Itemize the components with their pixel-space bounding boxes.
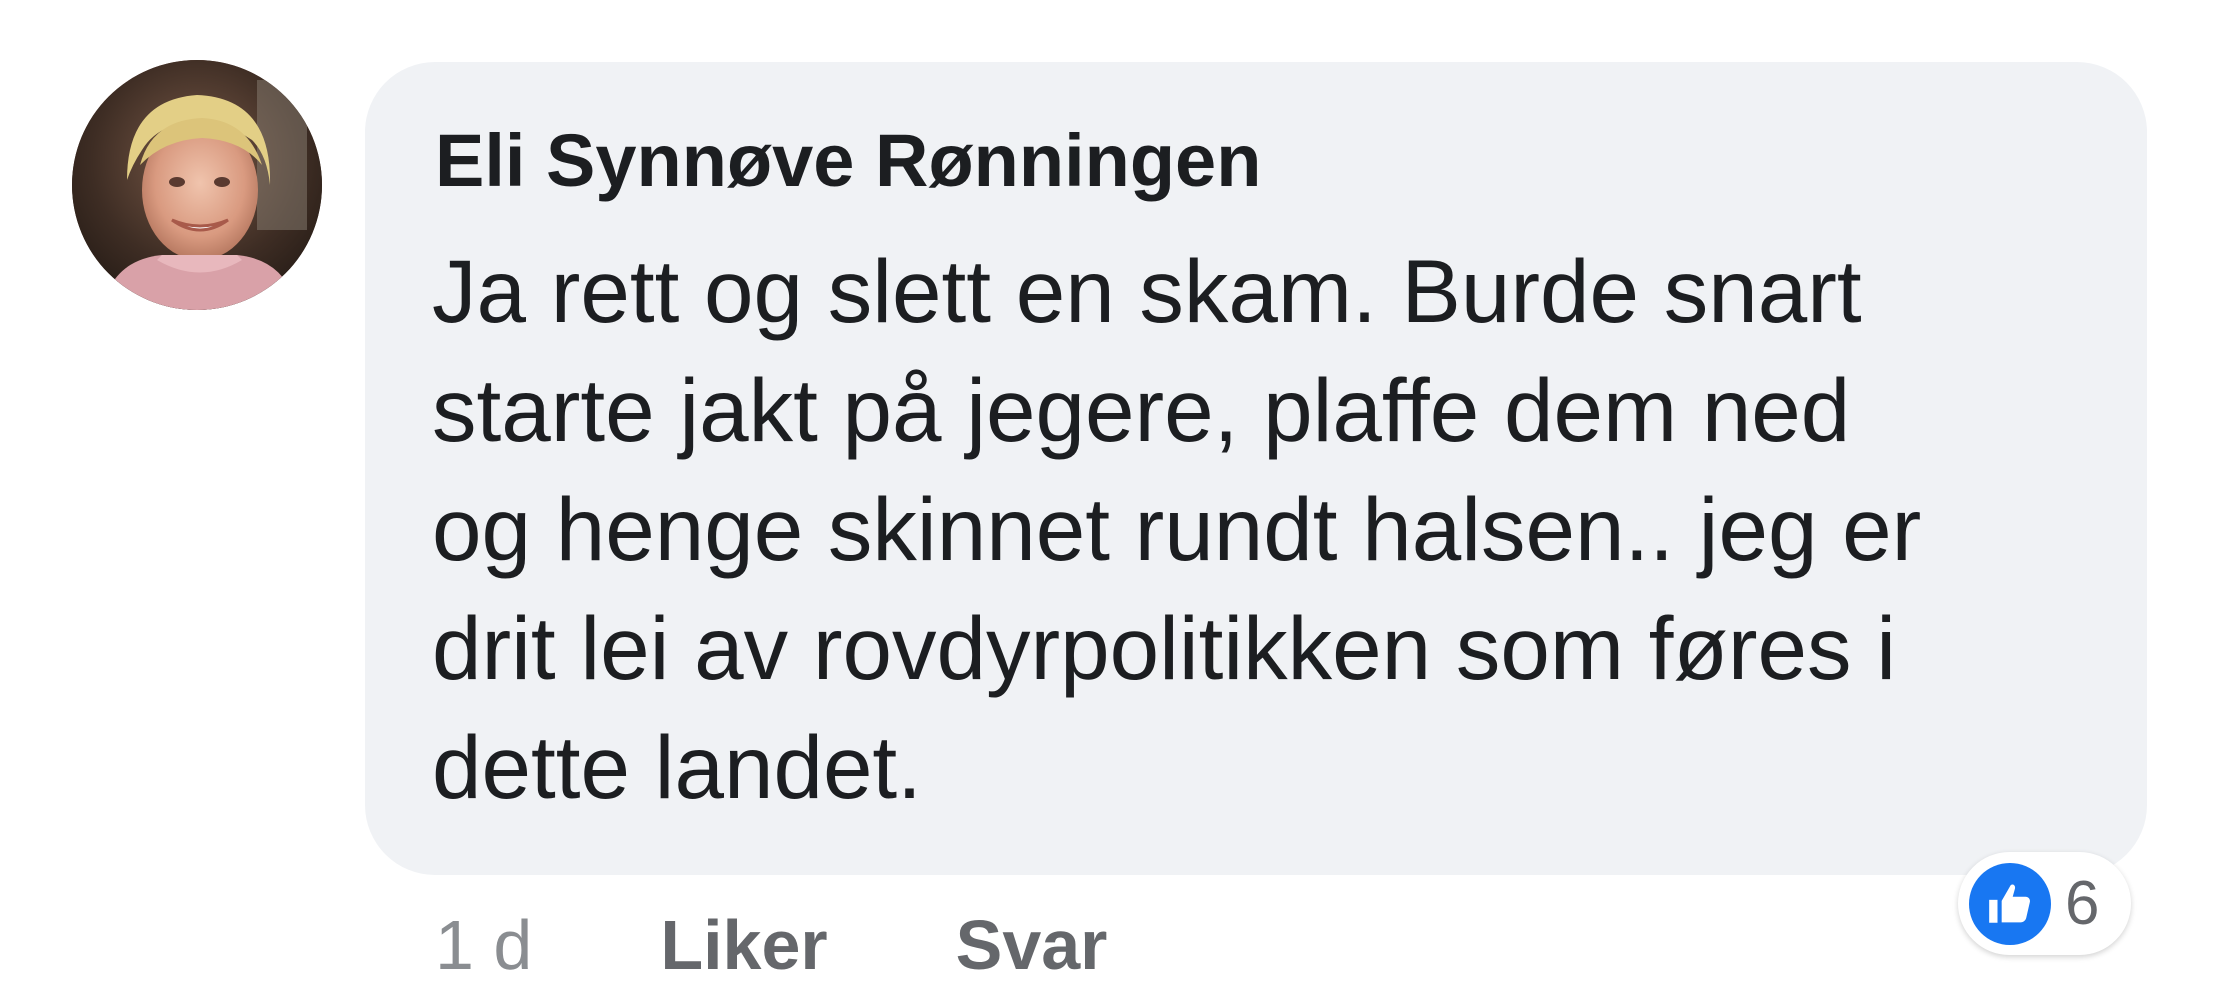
comment-actions: 1 d Liker Svar [435,900,1107,990]
reply-button[interactable]: Svar [956,905,1108,985]
avatar[interactable] [72,60,322,310]
comment-author-name[interactable]: Eli Synnøve Rønningen [435,116,1261,206]
comment-timestamp[interactable]: 1 d [435,905,532,985]
reactions-badge[interactable]: 6 [1958,852,2131,955]
comment-container: Eli Synnøve Rønningen Ja rett og slett e… [0,0,2227,1000]
comment-text-line: Ja rett og slett en skam. Burde snart [432,241,1862,341]
profile-photo-icon [72,60,322,310]
comment-text-line: drit lei av rovdyrpolitikken som føres i [432,598,1896,698]
comment-text-line: dette landet. [432,717,922,817]
thumbs-up-icon [1969,862,2051,945]
comment-text-line: og henge skinnet rundt halsen.. jeg er [432,479,1922,579]
comment-text-line: starte jakt på jegere, plaffe dem ned [432,360,1851,460]
comment-text: Ja rett og slett en skam. Burde snart st… [432,232,2122,827]
like-button[interactable]: Liker [660,905,827,985]
reaction-count: 6 [2065,869,2100,938]
